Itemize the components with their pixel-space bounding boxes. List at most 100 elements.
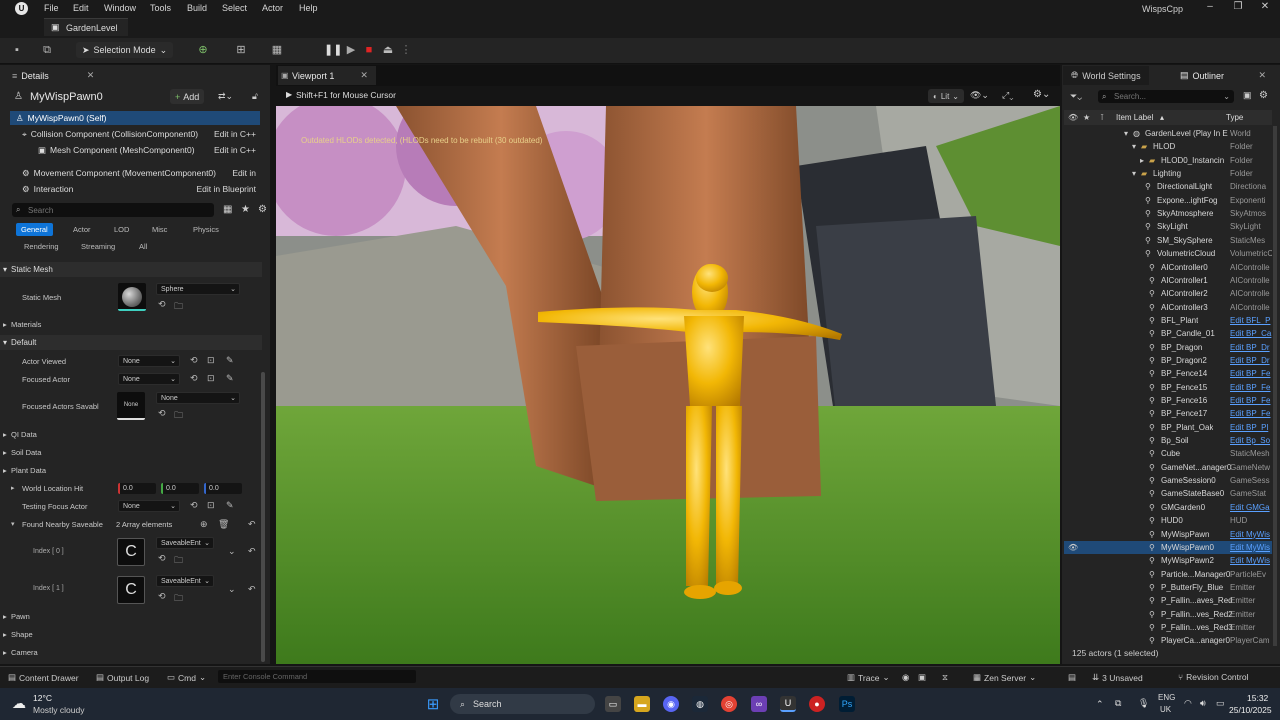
battery-icon[interactable]: ▭ (1216, 698, 1225, 709)
focused-actors-thumbnail[interactable]: None (117, 392, 145, 420)
unreal-engine-icon[interactable]: U (780, 696, 796, 712)
unreal-logo-icon[interactable]: U (15, 2, 28, 15)
component-collision[interactable]: ⌖ Collision Component (CollisionComponen… (10, 127, 260, 141)
outliner-row[interactable]: ⚲ GameSession0 GameSess (1064, 474, 1272, 487)
reset-icon[interactable]: ↶ (248, 584, 256, 595)
class-thumbnail-icon[interactable]: C (117, 538, 145, 566)
column-item-label[interactable]: Item Label (1116, 113, 1153, 122)
static-mesh-dropdown[interactable]: Sphere ⌄ (156, 283, 240, 295)
section-pawn[interactable]: ▸ Pawn (0, 609, 262, 624)
close-icon[interactable]: ✕ (87, 70, 95, 81)
pause-icon[interactable]: ❚❚ (324, 43, 342, 57)
show-flags-eye-icon[interactable]: 👁︎⌄ (970, 90, 989, 101)
outliner-row[interactable]: ⚲ HUD0 HUD (1064, 514, 1272, 527)
section-static-mesh[interactable]: ▾ Static Mesh (0, 262, 262, 277)
unsaved-button[interactable]: ⇊ 3 Unsaved (1092, 672, 1143, 683)
outliner-row[interactable]: ⚲ Bp_Soil Edit Bp_So (1064, 434, 1272, 447)
reset-icon[interactable]: ↶ (248, 546, 256, 557)
language-code[interactable]: ENG (1158, 693, 1175, 702)
outliner-row[interactable]: ⚲ AIController2 AIControlle (1064, 287, 1272, 300)
chevron-up-icon[interactable]: ⌃ (1096, 699, 1104, 710)
focused-actors-savable-dropdown[interactable]: None ⌄ (156, 392, 240, 404)
menu-actor[interactable]: Actor (262, 3, 283, 13)
cinematics-icon[interactable]: ▦ (270, 43, 284, 57)
filter-misc[interactable]: Misc (147, 223, 172, 236)
world-location-x[interactable]: 0.0 (118, 483, 156, 494)
outliner-row[interactable]: ▸ ▰ HLOD0_Instancin Folder (1064, 154, 1272, 167)
add-component-button[interactable]: + Add (170, 89, 205, 104)
photoshop-icon[interactable]: Ps (839, 696, 855, 712)
viewport-settings-icon[interactable]: ⚙⌄ (1033, 89, 1050, 100)
settings-gear-icon[interactable]: ⚙ (258, 204, 267, 215)
edit-blueprint-link[interactable]: Edit BP_Dr (1230, 356, 1272, 365)
tray-app-icon[interactable]: ⧉ (1115, 698, 1121, 709)
browse-icon[interactable]: 🗀︎ (174, 408, 183, 424)
filter-streaming[interactable]: Streaming (76, 240, 120, 253)
edit-blueprint-link[interactable]: Edit BP_Ca (1230, 329, 1272, 338)
edit-blueprint-link[interactable]: Edit BP_Fe (1230, 383, 1272, 392)
outliner-row[interactable]: ⚲ AIController0 AIControlle (1064, 261, 1272, 274)
close-window-icon[interactable]: ✕ (1255, 1, 1275, 15)
edit-blueprint-link[interactable]: Edit MyWis (1230, 543, 1272, 552)
world-location-y[interactable]: 0.0 (161, 483, 199, 494)
content-drawer-button[interactable]: ▤ Content Drawer (8, 672, 79, 683)
pin-icon[interactable]: ⊺ (1100, 113, 1104, 122)
browse-icon[interactable]: ⊡ (207, 500, 215, 511)
index-0-dropdown[interactable]: SaveableEnt ⌄ (156, 537, 214, 549)
level-tab[interactable]: ▣ GardenLevel (44, 18, 128, 36)
edit-blueprint-link[interactable]: Edit Bp_So (1230, 436, 1272, 445)
edit-in-link[interactable]: Edit in (232, 168, 256, 178)
edit-blueprint-link[interactable]: Edit BP_Dr (1230, 343, 1272, 352)
browse-icon[interactable]: ⊡ (207, 373, 215, 384)
component-self[interactable]: ♙ MyWispPawn0 (Self) (10, 111, 260, 125)
component-movement[interactable]: ⚙ Movement Component (MovementComponent0… (10, 166, 260, 180)
settings-gear-icon[interactable]: ⚙ (1259, 90, 1268, 101)
outliner-row[interactable]: ⚲ BP_Fence14 Edit BP_Fe (1064, 367, 1272, 380)
menu-file[interactable]: File (44, 3, 59, 13)
clock-date[interactable]: 25/10/2025 (1229, 705, 1272, 715)
use-selected-icon[interactable]: ⟲ (158, 408, 166, 419)
edit-blueprint-link[interactable]: Edit BFL_P (1230, 316, 1272, 325)
outliner-row[interactable]: ⚲ BP_Candle_01 Edit BP_Ca (1064, 327, 1272, 340)
filter-physics[interactable]: Physics (188, 223, 224, 236)
section-materials[interactable]: ▸ Materials (0, 317, 262, 332)
browse-icon[interactable]: 🗀︎ (174, 553, 183, 569)
edit-in-cpp-link[interactable]: Edit in C++ (214, 145, 256, 155)
menu-edit[interactable]: Edit (73, 3, 89, 13)
more-options-icon[interactable]: ⋮ (399, 43, 413, 57)
chevron-right-icon[interactable]: ▸ (11, 484, 15, 492)
task-view-icon[interactable]: ▭ (605, 696, 621, 712)
outliner-row[interactable]: ⚲ BFL_Plant Edit BFL_P (1064, 314, 1272, 327)
language-region[interactable]: UK (1160, 705, 1171, 714)
outliner-row[interactable]: ⚲ BP_Dragon2 Edit BP_Dr (1064, 354, 1272, 367)
outliner-row[interactable]: ⚲ BP_Dragon Edit BP_Dr (1064, 341, 1272, 354)
outliner-row[interactable]: ⚲ Particle...Manager0 ParticleEv (1064, 568, 1272, 581)
blueprint-options-icon[interactable]: ⇄⌄ (218, 91, 233, 102)
outliner-row[interactable]: ⚲ SkyLight SkyLight (1064, 220, 1272, 233)
section-soil-data[interactable]: ▸ Soil Data (0, 445, 262, 460)
picker-icon[interactable]: ✎ (226, 355, 234, 366)
details-search-input[interactable]: ⌕ Search (12, 203, 214, 217)
stop-icon[interactable]: ■ (362, 43, 376, 57)
console-command-input[interactable]: Enter Console Command (218, 670, 416, 683)
outliner-row[interactable]: ⚲ PlayerCa...anager0 PlayerCam (1064, 634, 1272, 647)
filter-lod[interactable]: LOD (109, 223, 134, 236)
filter-icon[interactable]: ⏷⌄ (1070, 91, 1082, 102)
class-thumbnail-icon[interactable]: C (117, 576, 145, 604)
weather-temp[interactable]: 12°C (33, 693, 52, 703)
outliner-row[interactable]: ⚲ Expone...ightFog Exponenti (1064, 194, 1272, 207)
edit-blueprint-link[interactable]: Edit BP_Pl (1230, 423, 1272, 432)
taskbar-search[interactable]: ⌕ Search (450, 694, 595, 714)
component-interaction[interactable]: ⚙ Interaction Edit in Blueprint (10, 182, 260, 196)
column-type[interactable]: Type (1226, 113, 1243, 122)
use-selected-icon[interactable]: ⟲ (190, 500, 198, 511)
outliner-row[interactable]: ⚲ P_Fallin...aves_Red Emitter (1064, 594, 1272, 607)
star-icon[interactable]: ★ (1083, 113, 1090, 122)
outliner-row[interactable]: ⚲ SM_SkySphere StaticMes (1064, 234, 1272, 247)
outliner-row[interactable]: ⚲ GameNet...anager0 GameNetw (1064, 461, 1272, 474)
maximize-icon[interactable]: ❐ (1228, 1, 1248, 15)
menu-build[interactable]: Build (187, 3, 207, 13)
actor-viewed-dropdown[interactable]: None ⌄ (118, 355, 180, 367)
outliner-row[interactable]: ⚲ BP_Fence15 Edit BP_Fe (1064, 381, 1272, 394)
close-icon[interactable]: ✕ (360, 70, 368, 81)
